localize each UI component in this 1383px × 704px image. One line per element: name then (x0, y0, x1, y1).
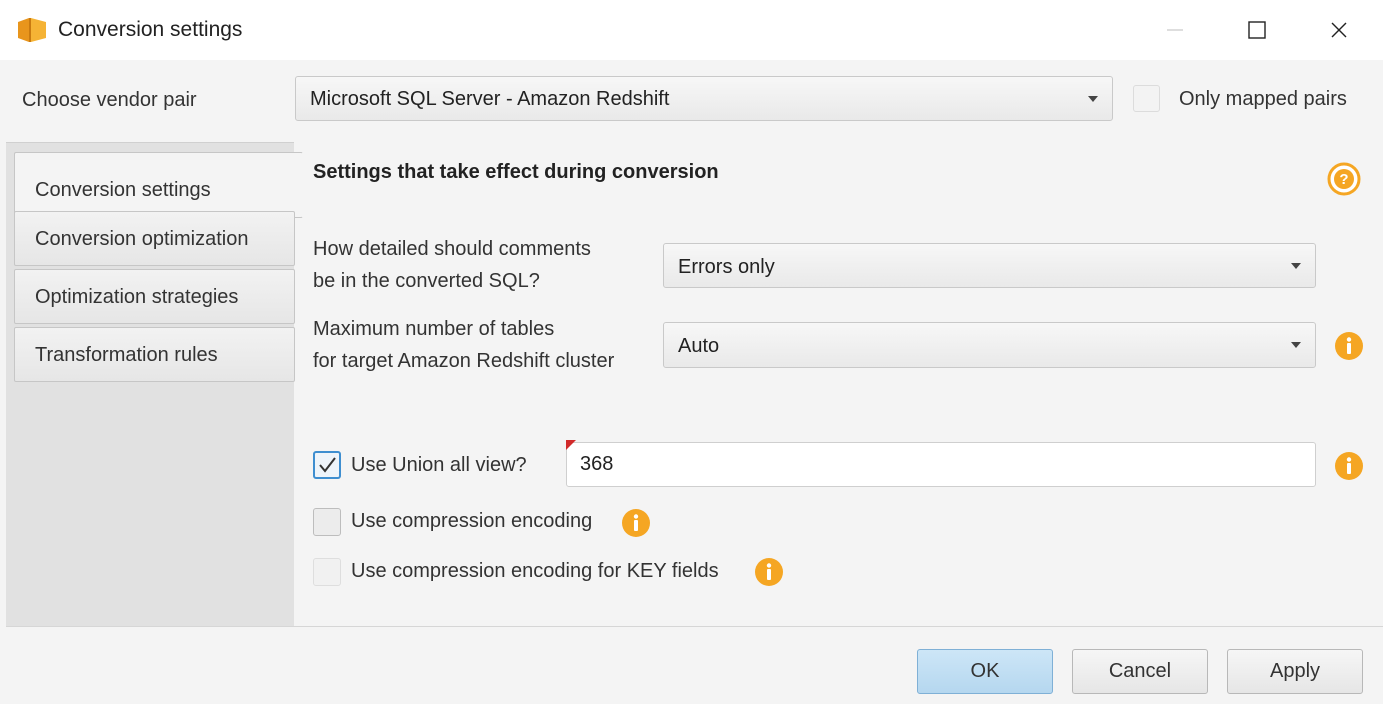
svg-text:?: ? (1339, 171, 1348, 188)
apply-button[interactable]: Apply (1227, 649, 1363, 694)
vendor-pair-label: Choose vendor pair (22, 89, 197, 111)
window-title: Conversion settings (58, 18, 243, 41)
only-mapped-checkbox[interactable] (1133, 85, 1160, 112)
max-tables-label: Maximum number of tables for target Amaz… (313, 313, 614, 377)
tab-optimization-strategies[interactable]: Optimization strategies (14, 269, 295, 324)
chevron-down-icon (1088, 95, 1098, 102)
max-tables-select[interactable]: Auto (663, 322, 1316, 368)
help-icon[interactable]: ? (1327, 162, 1361, 196)
section-title: Settings that take effect during convers… (313, 161, 719, 183)
tab-label: Conversion settings (35, 179, 211, 201)
chevron-down-icon (1291, 342, 1301, 348)
union-all-checkbox[interactable] (313, 451, 341, 479)
comments-detail-select[interactable]: Errors only (663, 243, 1316, 288)
union-all-input[interactable]: 368 (566, 442, 1316, 487)
ok-button[interactable]: OK (917, 649, 1053, 694)
compression-key-fields-checkbox[interactable] (313, 558, 341, 586)
info-icon[interactable] (754, 557, 784, 587)
only-mapped-label: Only mapped pairs (1179, 88, 1347, 110)
tab-conversion-optimization[interactable]: Conversion optimization (14, 211, 295, 266)
tab-transformation-rules[interactable]: Transformation rules (14, 327, 295, 382)
compression-encoding-checkbox[interactable] (313, 508, 341, 536)
max-tables-value: Auto (678, 335, 720, 357)
label-line: How detailed should comments (313, 238, 591, 260)
comments-detail-label: How detailed should comments be in the c… (313, 233, 591, 297)
tab-label: Optimization strategies (35, 286, 239, 308)
title-bar: Conversion settings (0, 0, 1383, 60)
label-line: for target Amazon Redshift cluster (313, 350, 615, 372)
tab-conversion-settings[interactable]: Conversion settings (14, 152, 303, 218)
vendor-pair-value: Microsoft SQL Server - Amazon Redshift (310, 88, 670, 110)
validation-marker (566, 440, 576, 450)
compression-encoding-label: Use compression encoding (351, 510, 593, 532)
label-line: be in the converted SQL? (313, 270, 540, 292)
label-line: Maximum number of tables (313, 318, 555, 340)
divider (6, 626, 1383, 627)
comments-detail-value: Errors only (678, 256, 775, 278)
tab-label: Transformation rules (35, 344, 218, 366)
info-icon[interactable] (1334, 331, 1364, 361)
info-icon[interactable] (1334, 451, 1364, 481)
compression-key-fields-label: Use compression encoding for KEY fields (351, 560, 719, 582)
settings-nav: Conversion settings Conversion optimizat… (6, 142, 303, 626)
vendor-pair-select[interactable]: Microsoft SQL Server - Amazon Redshift (295, 76, 1113, 121)
cancel-button[interactable]: Cancel (1072, 649, 1208, 694)
close-button[interactable] (1316, 10, 1362, 50)
info-icon[interactable] (621, 508, 651, 538)
maximize-button[interactable] (1234, 10, 1280, 50)
cube-icon (16, 16, 48, 44)
chevron-down-icon (1291, 262, 1301, 269)
union-all-label: Use Union all view? (351, 454, 527, 476)
minimize-button[interactable] (1152, 10, 1198, 50)
tab-label: Conversion optimization (35, 228, 249, 250)
